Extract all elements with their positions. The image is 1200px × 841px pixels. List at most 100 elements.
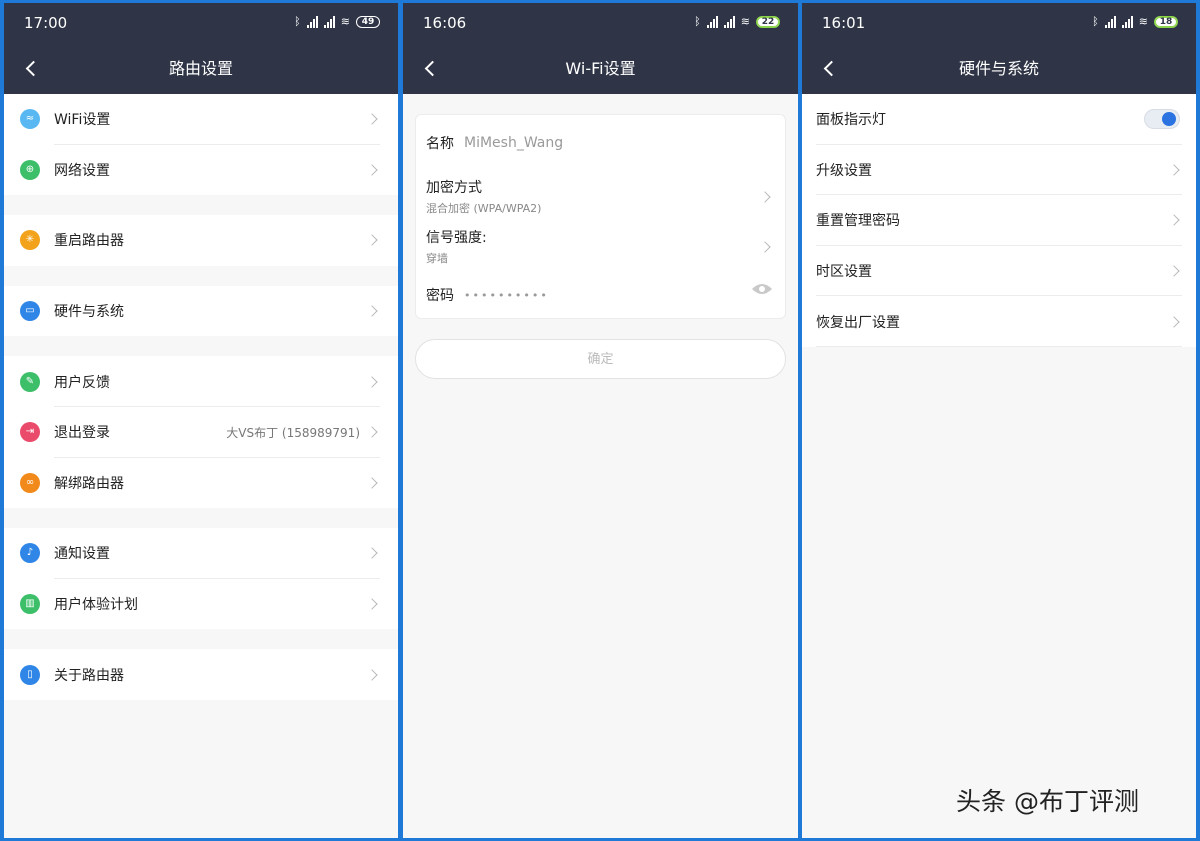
bluetooth-icon: ᛒ <box>294 15 301 28</box>
settings-group: ♪ 通知设置 ▥ 用户体验计划 <box>4 528 398 630</box>
hardware-settings-item[interactable]: 恢复出厂设置 <box>802 296 1196 347</box>
wifi-status-icon: ≋ <box>340 15 350 28</box>
battery-icon: 49 <box>356 15 380 28</box>
watermark: 头条 @布丁评测 <box>956 787 1139 816</box>
signal-label: 信号强度: <box>426 230 487 246</box>
hardware-settings-item[interactable]: 时区设置 <box>802 246 1196 297</box>
wifi-icon: ≈ <box>20 109 40 130</box>
chevron-right-icon <box>366 668 378 681</box>
hardware-settings-item-label: 升级设置 <box>816 162 872 179</box>
signal-icon <box>306 15 318 28</box>
unlink-icon: ∞ <box>20 472 40 493</box>
encryption-row[interactable]: 加密方式 混合加密 (WPA/WPA2) <box>426 177 775 217</box>
password-input[interactable]: •••••••••• <box>464 289 549 302</box>
book-icon: ▯ <box>20 664 40 685</box>
settings-group: ✳ 重启路由器 <box>4 215 398 266</box>
chevron-right-icon <box>366 547 378 560</box>
back-button[interactable] <box>417 43 447 94</box>
settings-item[interactable]: ▯ 关于路由器 <box>4 649 398 700</box>
settings-list: ≈ WiFi设置 ⊕ 网络设置 ✳ 重启路由器 ▭ 硬件与系统 ✎ 用户反馈 ⇥ 退出登录 大VS布丁 … <box>4 94 398 700</box>
wifi-status-icon: ≋ <box>740 15 750 28</box>
encryption-value: 混合加密 (WPA/WPA2) <box>426 202 542 215</box>
settings-group: ≈ WiFi设置 ⊕ 网络设置 <box>4 94 398 196</box>
signal-value: 穿墙 <box>426 252 448 265</box>
page-title: 路由设置 <box>168 59 233 78</box>
title-bar: 硬件与系统 <box>802 43 1196 94</box>
settings-item[interactable]: ✳ 重启路由器 <box>4 215 398 266</box>
back-button[interactable] <box>18 43 48 94</box>
name-input[interactable]: MiMesh_Wang <box>464 135 563 151</box>
status-time: 16:06 <box>423 14 467 32</box>
signal-icon <box>706 15 718 28</box>
hardware-system-screen: 16:01 ᛒ ≋ 18 硬件与系统 面板指示灯升级设置重置管理密码时区设置恢复… <box>802 3 1196 838</box>
chevron-right-icon <box>366 426 378 438</box>
wifi-settings-screen: 16:06 ᛒ ≋ 22 Wi-Fi设置 名称 MiMesh_Wang 加密方式… <box>403 3 798 838</box>
signal-hd-icon <box>323 15 335 28</box>
settings-item-label: 网络设置 <box>54 162 110 179</box>
chevron-right-icon <box>366 305 378 317</box>
eye-icon[interactable] <box>751 281 773 295</box>
chevron-right-icon <box>366 598 378 610</box>
name-label: 名称 <box>426 136 454 152</box>
signal-hd-icon <box>723 15 735 28</box>
status-time: 16:01 <box>822 14 866 32</box>
bluetooth-icon: ᛒ <box>694 15 701 28</box>
battery-icon: 18 <box>1154 15 1178 28</box>
chevron-right-icon <box>366 376 378 388</box>
password-row[interactable]: 密码 •••••••••• <box>426 284 775 305</box>
feedback-icon: ✎ <box>20 371 40 392</box>
status-icons: ᛒ ≋ 18 <box>1092 15 1178 28</box>
settings-item[interactable]: ▭ 硬件与系统 <box>4 286 398 337</box>
router-settings-screen: 17:00 ᛒ ≋ 49 路由设置 ≈ WiFi设置 ⊕ 网络设置 ✳ 重启路由器 ▭ 硬件与… <box>4 3 398 838</box>
panel-light-toggle[interactable] <box>1144 109 1180 130</box>
hardware-settings-item[interactable]: 重置管理密码 <box>802 195 1196 246</box>
signal-row[interactable]: 信号强度: 穿墙 <box>426 227 775 267</box>
chevron-right-icon <box>1168 214 1180 227</box>
settings-item[interactable]: ▥ 用户体验计划 <box>4 579 398 630</box>
settings-group: ✎ 用户反馈 ⇥ 退出登录 大VS布丁 (158989791) ∞ 解绑路由器 <box>4 356 398 509</box>
page-title: 硬件与系统 <box>958 59 1039 78</box>
restart-icon: ✳ <box>20 230 40 251</box>
hardware-settings-item[interactable]: 升级设置 <box>802 145 1196 196</box>
settings-item[interactable]: ⊕ 网络设置 <box>4 145 398 196</box>
settings-item-label: 硬件与系统 <box>54 304 124 321</box>
status-icons: ᛒ ≋ 22 <box>694 15 780 28</box>
encryption-label: 加密方式 <box>426 180 482 196</box>
settings-item[interactable]: ≈ WiFi设置 <box>4 94 398 145</box>
settings-item[interactable]: ♪ 通知设置 <box>4 528 398 579</box>
chevron-right-icon <box>366 477 378 489</box>
settings-item[interactable]: ∞ 解绑路由器 <box>4 458 398 509</box>
name-row[interactable]: 名称 MiMesh_Wang <box>426 133 775 153</box>
settings-item[interactable]: ⇥ 退出登录 大VS布丁 (158989791) <box>4 407 398 458</box>
settings-group: ▯ 关于路由器 <box>4 649 398 700</box>
page-title: Wi-Fi设置 <box>565 59 636 78</box>
hardware-settings-list: 面板指示灯升级设置重置管理密码时区设置恢复出厂设置 <box>802 94 1196 347</box>
bluetooth-icon: ᛒ <box>1092 15 1099 28</box>
settings-item-label: 用户体验计划 <box>54 597 138 614</box>
status-bar: 16:06 ᛒ ≋ 22 <box>403 3 798 43</box>
settings-item[interactable]: ✎ 用户反馈 <box>4 356 398 407</box>
chart-icon: ▥ <box>20 594 40 615</box>
settings-group: ▭ 硬件与系统 <box>4 285 398 337</box>
status-icons: ᛒ ≋ 49 <box>294 15 380 28</box>
password-label: 密码 <box>426 288 454 304</box>
globe-icon: ⊕ <box>20 159 40 180</box>
back-button[interactable] <box>816 43 846 94</box>
chevron-right-icon <box>1168 164 1180 176</box>
signal-icon <box>1104 15 1116 28</box>
logout-icon: ⇥ <box>20 422 40 443</box>
bell-icon: ♪ <box>20 543 40 564</box>
settings-item-label: 解绑路由器 <box>54 475 124 492</box>
settings-item-label: 退出登录 <box>54 425 110 442</box>
hardware-settings-item-label: 时区设置 <box>816 264 872 281</box>
status-time: 17:00 <box>24 14 68 32</box>
hardware-settings-item[interactable]: 面板指示灯 <box>802 94 1196 145</box>
title-bar: Wi-Fi设置 <box>403 43 798 94</box>
chevron-right-icon <box>366 164 378 176</box>
status-bar: 16:01 ᛒ ≋ 18 <box>802 3 1196 43</box>
account-name: 大VS布丁 (158989791) <box>226 425 360 440</box>
settings-item-label: WiFi设置 <box>54 112 111 129</box>
title-bar: 路由设置 <box>4 43 398 94</box>
confirm-button[interactable]: 确定 <box>415 339 786 379</box>
battery-icon: 22 <box>756 15 780 28</box>
